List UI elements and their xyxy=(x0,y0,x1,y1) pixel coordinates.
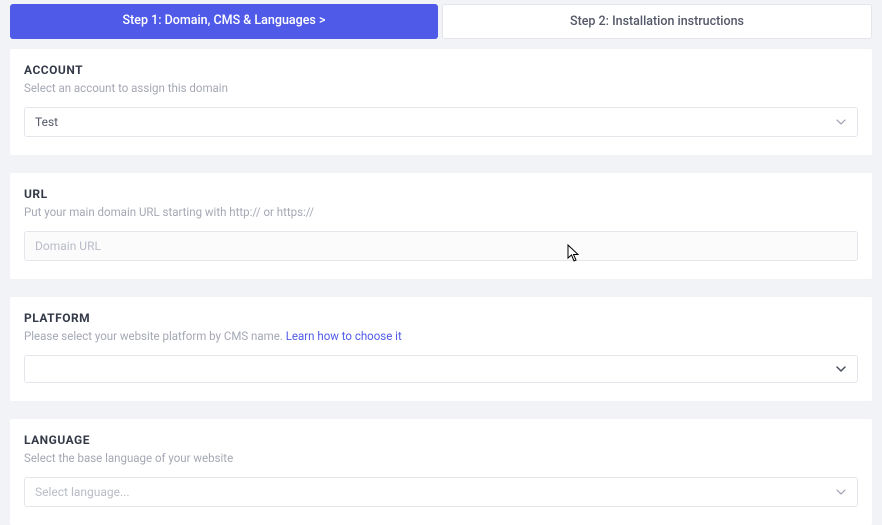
chevron-down-icon xyxy=(835,116,847,128)
url-input-placeholder: Domain URL xyxy=(35,239,101,253)
platform-title: PLATFORM xyxy=(24,311,858,325)
language-desc: Select the base language of your website xyxy=(24,451,858,465)
tab-step-1[interactable]: Step 1: Domain, CMS & Languages > xyxy=(10,4,438,39)
language-select[interactable]: Select language... xyxy=(24,477,858,507)
language-card: LANGUAGE Select the base language of you… xyxy=(10,419,872,525)
platform-select[interactable] xyxy=(24,355,858,383)
tab-step-2[interactable]: Step 2: Installation instructions xyxy=(442,4,872,39)
account-select-value: Test xyxy=(35,115,58,129)
url-card: URL Put your main domain URL starting wi… xyxy=(10,173,872,279)
url-desc: Put your main domain URL starting with h… xyxy=(24,205,858,219)
url-input[interactable]: Domain URL xyxy=(24,231,858,261)
learn-how-link[interactable]: Learn how to choose it xyxy=(286,329,402,343)
chevron-down-icon xyxy=(835,486,847,498)
platform-card: PLATFORM Please select your website plat… xyxy=(10,297,872,401)
language-title: LANGUAGE xyxy=(24,433,858,447)
platform-desc: Please select your website platform by C… xyxy=(24,329,858,343)
account-card: ACCOUNT Select an account to assign this… xyxy=(10,49,872,155)
account-title: ACCOUNT xyxy=(24,63,858,77)
account-select[interactable]: Test xyxy=(24,107,858,137)
url-title: URL xyxy=(24,187,858,201)
language-select-value: Select language... xyxy=(35,485,130,499)
chevron-down-icon xyxy=(835,363,847,375)
step-tabs: Step 1: Domain, CMS & Languages > Step 2… xyxy=(0,0,882,43)
account-desc: Select an account to assign this domain xyxy=(24,81,858,95)
